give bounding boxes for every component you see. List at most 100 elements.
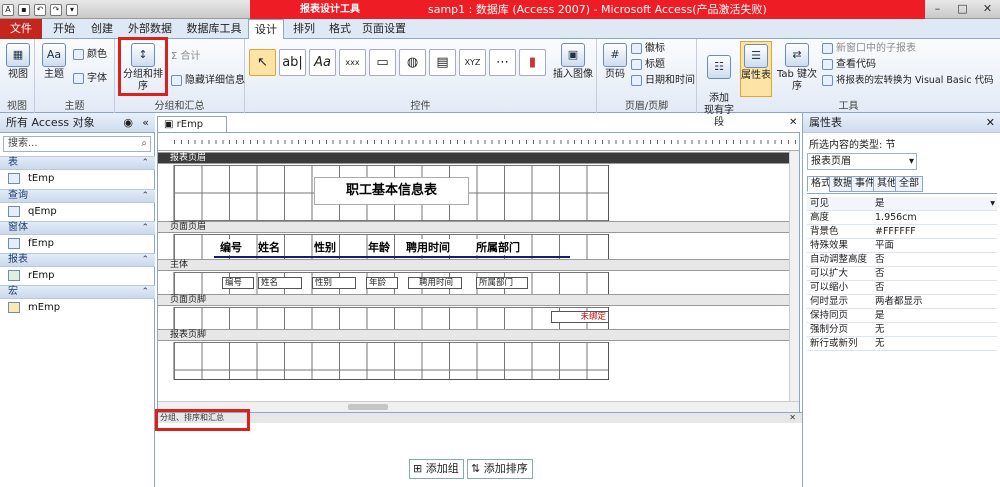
prop-row[interactable]: 背景色 #FFFFFF bbox=[807, 225, 997, 239]
colors-button[interactable]: 颜色 bbox=[73, 47, 107, 63]
prop-row[interactable]: 自动调整高度否 bbox=[807, 253, 997, 267]
prop-row[interactable]: 保持同页 是 bbox=[807, 309, 997, 323]
view-code-button[interactable]: 查看代码 bbox=[822, 57, 876, 73]
tab-create[interactable]: 创建 bbox=[84, 19, 120, 39]
insert-image-button[interactable]: ▣ 插入图像 bbox=[553, 43, 593, 81]
nav-group-tables[interactable]: 表 ⌃ bbox=[0, 156, 155, 170]
section-detail[interactable]: 主体 bbox=[158, 259, 789, 271]
horizontal-scrollbar[interactable] bbox=[158, 401, 799, 412]
prop-row[interactable]: 特殊效果 平面 bbox=[807, 239, 997, 253]
button-control-icon[interactable]: xxx bbox=[339, 49, 366, 76]
section-report-header[interactable]: 报表页眉 bbox=[158, 152, 789, 164]
scroll-thumb[interactable] bbox=[348, 404, 388, 410]
header-label-hire-date[interactable]: 聘用时间 bbox=[406, 239, 450, 255]
group-sort-button[interactable]: ↕ 分组和排序 bbox=[118, 37, 168, 96]
close-icon[interactable]: ✕ bbox=[986, 113, 995, 133]
hide-details-button[interactable]: 隐藏详细信息 bbox=[171, 73, 245, 89]
textbox-control-icon[interactable]: ab| bbox=[279, 49, 306, 76]
label-control-icon[interactable]: Aa bbox=[309, 49, 336, 76]
tab-arrange[interactable]: 排列 bbox=[286, 19, 322, 39]
title-button[interactable]: 标题 bbox=[631, 57, 665, 73]
nav-item-femp[interactable]: fEmp bbox=[8, 236, 54, 252]
tab-file[interactable]: 文件 bbox=[0, 19, 42, 39]
selection-dropdown[interactable]: 报表页眉 ▾ bbox=[807, 153, 917, 170]
page-number-button[interactable]: # 页码 bbox=[601, 43, 629, 81]
prop-row[interactable]: 强制分页 无 bbox=[807, 323, 997, 337]
access-app-icon[interactable]: A bbox=[2, 3, 14, 16]
field-id[interactable]: 编号 bbox=[222, 277, 254, 289]
tab-order-button[interactable]: ⇄ Tab 键次序 bbox=[774, 43, 820, 93]
add-group-button[interactable]: ⊞ 添加组 bbox=[409, 459, 464, 479]
nav-group-reports[interactable]: 报表 ⌃ bbox=[0, 253, 155, 267]
prop-row[interactable]: 可见 是 ▾ bbox=[807, 197, 997, 211]
field-hire-date[interactable]: 聘用时间 bbox=[408, 277, 462, 289]
tab-home[interactable]: 开始 bbox=[46, 19, 82, 39]
option-group-control-icon[interactable]: XYZ bbox=[459, 49, 486, 76]
field-name[interactable]: 姓名 bbox=[258, 277, 302, 289]
maximize-button[interactable]: □ bbox=[950, 0, 975, 19]
chart-control-icon[interactable]: ▮ bbox=[519, 49, 546, 76]
tab-control-icon[interactable]: ▭ bbox=[369, 49, 396, 76]
navigation-control-icon[interactable]: ▤ bbox=[429, 49, 456, 76]
prop-row[interactable]: 可以缩小 否 bbox=[807, 281, 997, 295]
nav-group-forms[interactable]: 窗体 ⌃ bbox=[0, 221, 155, 235]
datetime-button[interactable]: 日期和时间 bbox=[631, 73, 695, 89]
unbound-textbox[interactable]: 未绑定 bbox=[551, 311, 609, 323]
redo-icon[interactable]: ↷ bbox=[50, 3, 62, 16]
nav-item-memp[interactable]: mEmp bbox=[8, 300, 60, 316]
props-tab-all[interactable]: 全部 bbox=[895, 176, 923, 192]
nav-item-remp[interactable]: rEmp bbox=[8, 268, 55, 284]
tab-page-setup[interactable]: 页面设置 bbox=[358, 19, 410, 39]
add-sort-button[interactable]: ⇅ 添加排序 bbox=[467, 459, 533, 479]
field-age[interactable]: 年龄 bbox=[366, 277, 398, 289]
close-panel-icon[interactable]: ✕ bbox=[789, 413, 796, 423]
close-button[interactable]: ✕ bbox=[975, 0, 1000, 19]
fonts-button[interactable]: 字体 bbox=[73, 71, 107, 87]
document-tab[interactable]: ▣ rEmp bbox=[157, 116, 227, 132]
close-doc-icon[interactable]: ✕ bbox=[789, 117, 797, 128]
undo-icon[interactable]: ↶ bbox=[34, 3, 46, 16]
report-title-label[interactable]: 职工基本信息表 bbox=[314, 177, 469, 205]
logo-button[interactable]: 徽标 bbox=[631, 41, 665, 57]
field-gender[interactable]: 性别 bbox=[312, 277, 356, 289]
nav-header[interactable]: 所有 Access 对象 ◉ « bbox=[0, 113, 155, 133]
add-fields-button[interactable]: ☷ 添加 现有字段 bbox=[701, 43, 737, 129]
hyperlink-control-icon[interactable]: ◍ bbox=[399, 49, 426, 76]
convert-vba-button[interactable]: 将报表的宏转换为 Visual Basic 代码 bbox=[822, 73, 994, 89]
tab-design[interactable]: 设计 bbox=[248, 19, 284, 40]
prop-row[interactable]: 新行或新列 无 bbox=[807, 337, 997, 351]
nav-group-macros[interactable]: 宏 ⌃ bbox=[0, 285, 155, 299]
header-label-department[interactable]: 所属部门 bbox=[476, 239, 520, 255]
section-page-footer[interactable]: 页面页脚 bbox=[158, 294, 789, 306]
prop-row[interactable]: 何时显示 两者都显示 bbox=[807, 295, 997, 309]
tab-database-tools[interactable]: 数据库工具 bbox=[180, 19, 248, 39]
customize-dropdown-icon[interactable]: ▾ bbox=[66, 3, 78, 16]
tab-format[interactable]: 格式 bbox=[322, 19, 358, 39]
nav-item-temp[interactable]: tEmp bbox=[8, 171, 54, 187]
header-label-name[interactable]: 姓名 bbox=[258, 239, 280, 255]
section-page-header[interactable]: 页面页眉 bbox=[158, 221, 789, 233]
nav-collapse-icon[interactable]: « bbox=[142, 113, 149, 133]
view-button[interactable]: ▦ 视图 bbox=[4, 43, 32, 81]
nav-dropdown-icon[interactable]: ◉ bbox=[123, 113, 133, 133]
header-label-gender[interactable]: 性别 bbox=[314, 239, 336, 255]
select-pointer-icon[interactable]: ↖ bbox=[249, 49, 276, 76]
nav-item-qemp[interactable]: qEmp bbox=[8, 204, 57, 220]
property-sheet-button[interactable]: ☰ 属性表 bbox=[740, 41, 772, 97]
prop-row[interactable]: 高度 1.956cm bbox=[807, 211, 997, 225]
subreport-button[interactable]: 新窗口中的子报表 bbox=[822, 41, 916, 57]
nav-group-queries[interactable]: 查询 ⌃ bbox=[0, 189, 155, 203]
nav-search-input[interactable]: 搜索... ⌕ bbox=[3, 136, 151, 152]
header-label-age[interactable]: 年龄 bbox=[368, 239, 390, 255]
prop-row[interactable]: 可以扩大 否 bbox=[807, 267, 997, 281]
save-icon[interactable]: ▪ bbox=[18, 3, 30, 16]
field-department[interactable]: 所属部门 bbox=[476, 277, 528, 289]
header-label-id[interactable]: 编号 bbox=[220, 239, 242, 255]
page-break-control-icon[interactable]: ⋯ bbox=[489, 49, 516, 76]
vertical-scrollbar[interactable] bbox=[789, 151, 799, 401]
tab-external-data[interactable]: 外部数据 bbox=[122, 19, 178, 39]
minimize-button[interactable]: – bbox=[925, 0, 950, 19]
totals-button[interactable]: Σ 合计 bbox=[171, 49, 201, 65]
theme-button[interactable]: Aa 主题 bbox=[39, 43, 69, 81]
section-report-footer[interactable]: 报表页脚 bbox=[158, 329, 789, 341]
